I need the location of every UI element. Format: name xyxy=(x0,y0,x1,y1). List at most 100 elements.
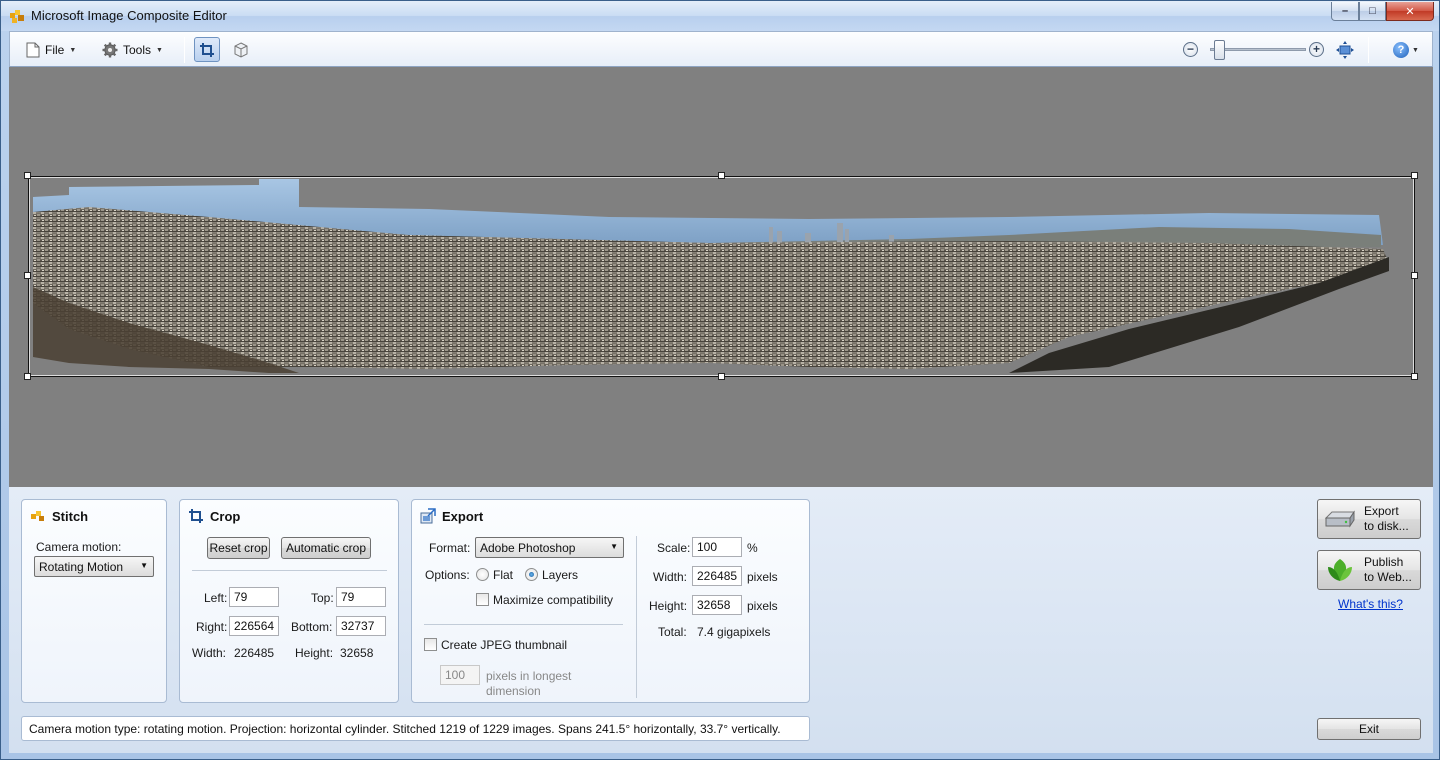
fit-to-window-button[interactable] xyxy=(1336,41,1354,59)
publish-to-web-button[interactable]: Publish to Web... xyxy=(1317,550,1421,590)
crop-handle-top-right[interactable] xyxy=(1411,172,1418,179)
crop-handle-left[interactable] xyxy=(24,272,31,279)
settings-panel: Stitch Camera motion: Rotating Motion ▼ … xyxy=(9,487,1433,753)
scale-input[interactable] xyxy=(692,537,742,557)
toolbar-separator xyxy=(184,37,185,63)
file-menu-label: File xyxy=(45,43,65,57)
file-icon xyxy=(26,42,40,58)
crop-bottom-input[interactable] xyxy=(336,616,386,636)
export-to-disk-button[interactable]: Export to disk... xyxy=(1317,499,1421,539)
status-bar: Camera motion type: rotating motion. Pro… xyxy=(21,716,810,741)
layers-radio[interactable] xyxy=(525,568,538,581)
tools-menu[interactable]: Tools ▼ xyxy=(102,39,163,61)
app-logo-icon xyxy=(10,10,24,23)
export-height-unit: pixels xyxy=(747,599,778,613)
app-window: Microsoft Image Composite Editor – □ ✕ F… xyxy=(0,0,1440,760)
stitch-group-title: Stitch xyxy=(30,508,88,524)
crop-left-input[interactable] xyxy=(229,587,279,607)
panorama-canvas[interactable] xyxy=(9,67,1433,487)
crop-left-label: Left: xyxy=(204,591,228,605)
thumbnail-size-note: pixels in longest xyxy=(486,669,572,683)
crop-width-label: Width: xyxy=(192,646,227,660)
chevron-down-icon: ▼ xyxy=(1412,46,1419,54)
chevron-down-icon: ▼ xyxy=(610,542,618,551)
crop-handle-bottom[interactable] xyxy=(718,373,725,380)
whats-this-link[interactable]: What's this? xyxy=(1338,597,1403,611)
export-group-title: Export xyxy=(420,508,483,524)
help-icon: ? xyxy=(1393,42,1409,58)
publish-to-web-label: Publish xyxy=(1364,555,1404,569)
tools-menu-label: Tools xyxy=(123,43,152,57)
format-label: Format: xyxy=(429,541,471,555)
stitch-icon xyxy=(31,511,44,521)
jpeg-thumbnail-checkbox[interactable] xyxy=(424,638,437,651)
options-label: Options: xyxy=(425,568,470,582)
crop-bottom-label: Bottom: xyxy=(291,620,333,634)
thumbnail-size-input[interactable] xyxy=(440,665,480,685)
zoom-slider-thumb[interactable] xyxy=(1214,40,1226,60)
title-bar[interactable]: Microsoft Image Composite Editor – □ ✕ xyxy=(1,1,1439,31)
fit-window-icon xyxy=(1336,41,1354,59)
zoom-in-button[interactable]: + xyxy=(1309,42,1324,57)
crop-top-input[interactable] xyxy=(336,587,386,607)
chevron-down-icon: ▼ xyxy=(69,46,77,54)
crop-group: Crop Reset crop Automatic crop Left: Top… xyxy=(179,499,399,703)
crop-group-title: Crop xyxy=(188,508,240,524)
crop-handle-right[interactable] xyxy=(1411,272,1418,279)
gear-icon xyxy=(102,42,118,58)
scale-unit: % xyxy=(747,541,758,555)
maximize-compatibility-label[interactable]: Maximize compatibility xyxy=(493,593,613,607)
crop-width-value: 226485 xyxy=(234,646,275,660)
chevron-down-icon: ▼ xyxy=(156,46,163,54)
cube-icon xyxy=(234,41,248,58)
maximize-button[interactable]: □ xyxy=(1359,2,1386,21)
close-button[interactable]: ✕ xyxy=(1386,2,1434,21)
crop-icon xyxy=(200,42,214,57)
automatic-crop-button[interactable]: Automatic crop xyxy=(281,537,371,559)
crop-handle-bottom-left[interactable] xyxy=(24,373,31,380)
toolbar: File ▼ Tools ▼ − + ? ▼ xyxy=(9,31,1433,67)
export-width-input[interactable] xyxy=(692,566,742,586)
export-width-label: Width: xyxy=(653,570,688,584)
crop-height-label: Height: xyxy=(295,646,334,660)
total-label: Total: xyxy=(658,625,687,639)
flat-radio-label[interactable]: Flat xyxy=(493,568,513,582)
divider xyxy=(192,570,387,571)
toolbar-separator xyxy=(1368,37,1369,63)
projection-tool-button[interactable] xyxy=(228,37,254,62)
divider xyxy=(424,624,623,625)
minimize-button[interactable]: – xyxy=(1331,2,1359,21)
format-select[interactable]: Adobe Photoshop ▼ xyxy=(475,537,624,558)
crop-handle-top[interactable] xyxy=(718,172,725,179)
leaf-icon xyxy=(1328,559,1352,581)
camera-motion-select[interactable]: Rotating Motion ▼ xyxy=(34,556,154,577)
divider xyxy=(636,536,637,698)
jpeg-thumbnail-label[interactable]: Create JPEG thumbnail xyxy=(441,638,567,652)
layers-radio-label[interactable]: Layers xyxy=(542,568,578,582)
crop-right-input[interactable] xyxy=(229,616,279,636)
crop-tool-button[interactable] xyxy=(194,37,220,62)
crop-icon xyxy=(189,509,203,523)
flat-radio[interactable] xyxy=(476,568,489,581)
stitch-group: Stitch Camera motion: Rotating Motion ▼ xyxy=(21,499,167,703)
maximize-compatibility-checkbox[interactable] xyxy=(476,593,489,606)
crop-right-label: Right: xyxy=(196,620,228,634)
crop-handle-bottom-right[interactable] xyxy=(1411,373,1418,380)
exit-button[interactable]: Exit xyxy=(1317,718,1421,740)
crop-rectangle[interactable] xyxy=(28,176,1415,377)
export-width-unit: pixels xyxy=(747,570,778,584)
file-menu[interactable]: File ▼ xyxy=(26,39,76,61)
reset-crop-button[interactable]: Reset crop xyxy=(207,537,270,559)
camera-motion-label: Camera motion: xyxy=(36,540,122,554)
export-to-disk-label: Export xyxy=(1364,504,1399,518)
export-height-label: Height: xyxy=(649,599,688,613)
help-menu[interactable]: ? ▼ xyxy=(1393,41,1423,59)
scale-label: Scale: xyxy=(657,541,691,555)
crop-handle-top-left[interactable] xyxy=(24,172,31,179)
crop-height-value: 32658 xyxy=(340,646,374,660)
zoom-out-button[interactable]: − xyxy=(1183,42,1198,57)
thumbnail-size-note-2: dimension xyxy=(486,684,541,698)
export-to-disk-label-2: to disk... xyxy=(1364,519,1409,533)
export-icon xyxy=(420,508,436,524)
export-height-input[interactable] xyxy=(692,595,742,615)
